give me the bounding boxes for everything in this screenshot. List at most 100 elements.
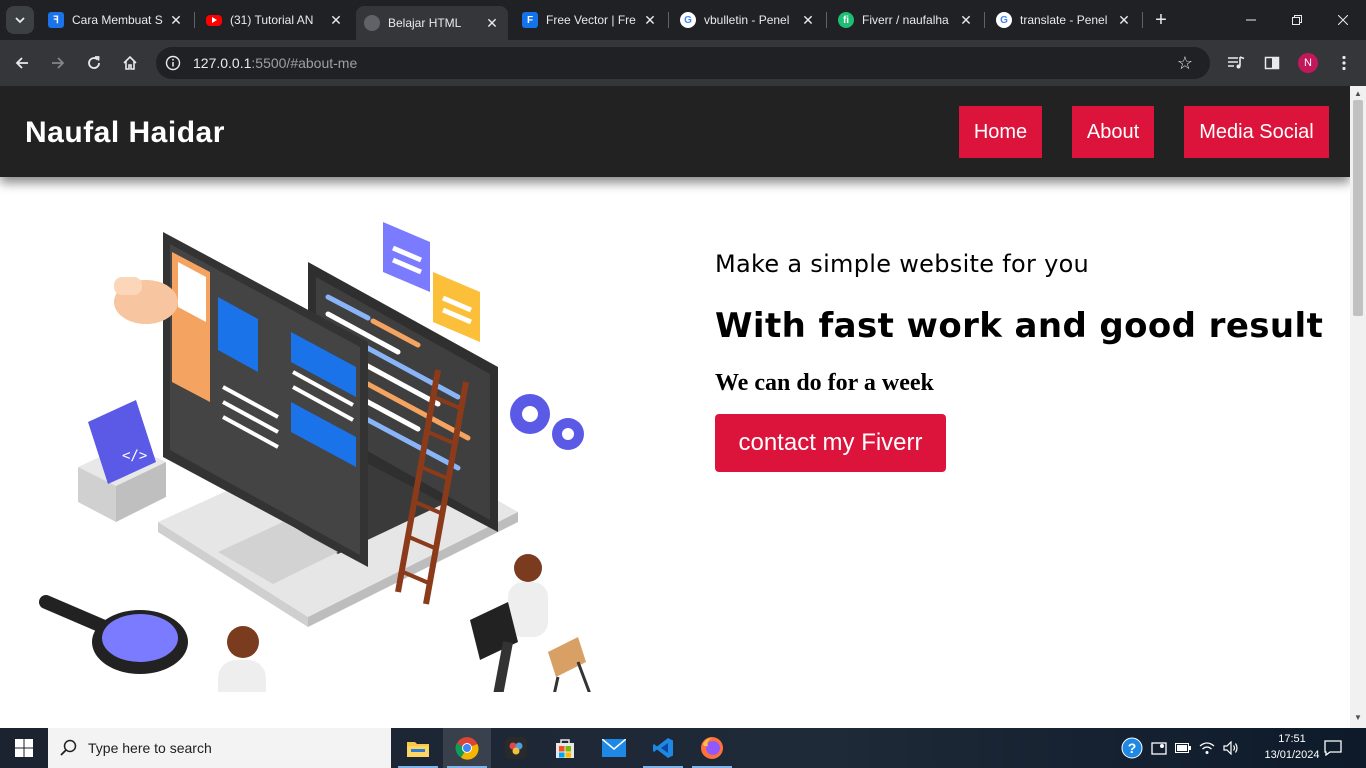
forward-button[interactable] [44,49,72,77]
info-icon[interactable] [164,54,182,72]
tab-title: Belajar HTML [388,16,462,30]
hero-headline: With fast work and good result [715,306,1324,346]
search-icon [60,739,77,756]
browser-tab-strip: ꟻ Cara Membuat S ✕ (31) Tutorial AN ✕ Be… [0,0,1366,40]
globe-icon [364,15,380,31]
tab-divider [194,12,195,28]
close-icon[interactable]: ✕ [642,12,658,28]
close-icon[interactable]: ✕ [1116,12,1132,28]
home-button[interactable] [116,49,144,77]
browser-tab[interactable]: (31) Tutorial AN ✕ [198,6,352,34]
minimize-icon [1246,19,1256,21]
chevron-down-icon [15,17,25,24]
site-brand[interactable]: Naufal Haidar [25,116,225,150]
mail-icon[interactable] [590,728,638,768]
wifi-icon[interactable] [1196,728,1218,768]
browser-tab[interactable]: G vbulletin - Penel ✕ [672,6,824,34]
close-icon[interactable]: ✕ [484,15,500,31]
browser-tab[interactable]: ꟻ Cara Membuat S ✕ [40,6,192,34]
page-scrollbar[interactable]: ▲ ▼ [1350,86,1366,728]
tab-divider [668,12,669,28]
home-icon [123,55,137,70]
code-symbol-icon: </> [122,448,147,464]
yellow-doc [433,272,480,342]
clock-date: 13/01/2024 [1264,749,1320,761]
volume-icon[interactable] [1220,728,1242,768]
url-text: 127.0.0.1:5500/#about-me [193,55,357,71]
scroll-down-arrow-icon[interactable]: ▼ [1354,714,1362,722]
bookmark-star-icon[interactable]: ☆ [1174,52,1196,74]
arrow-left-icon [15,57,28,69]
chrome-icon[interactable] [443,728,491,768]
davinci-resolve-icon[interactable] [492,728,540,768]
battery-icon[interactable] [1172,728,1194,768]
media-control-icon[interactable] [1224,51,1248,75]
new-tab-button[interactable]: + [1150,8,1172,32]
start-button[interactable] [0,728,48,768]
tab-title: translate - Penel [1020,13,1108,27]
tab-divider [1142,12,1143,28]
reload-button[interactable] [80,49,108,77]
arrow-right-icon [52,57,65,69]
close-icon[interactable]: ✕ [958,12,974,28]
help-icon[interactable]: ? [1120,728,1144,768]
tab-title: vbulletin - Penel [704,13,790,27]
close-icon[interactable]: ✕ [328,12,344,28]
scrollbar-thumb[interactable] [1353,100,1363,316]
close-window-button[interactable] [1320,0,1366,40]
close-icon[interactable]: ✕ [168,12,184,28]
google-icon: G [680,12,696,28]
file-explorer-icon[interactable] [394,728,442,768]
site-header: Naufal Haidar Home About Media Social [0,86,1350,177]
notification-center-icon[interactable] [1322,728,1344,768]
firefox-icon[interactable] [688,728,736,768]
tab-search-button[interactable] [6,6,34,34]
minimize-button[interactable] [1228,0,1274,40]
browser-tab[interactable]: fi Fiverr / naufalha ✕ [830,6,982,34]
taskbar-search[interactable]: Type here to search [48,728,391,768]
tab-title: Free Vector | Fre [546,13,636,27]
freepik-icon: F [522,12,538,28]
search-placeholder: Type here to search [88,740,212,756]
scroll-up-arrow-icon[interactable]: ▲ [1354,90,1362,98]
person-shirt [218,660,266,692]
purple-doc [383,222,430,292]
url-path: :5500/#about-me [251,55,358,71]
hero-illustration: </> </> [39,222,591,692]
close-icon[interactable]: ✕ [800,12,816,28]
restore-icon [1292,15,1302,25]
close-icon [1338,15,1348,25]
windows-logo-icon [15,739,33,757]
url-host: 127.0.0.1 [193,55,252,71]
nav-about-link[interactable]: About [1072,106,1154,158]
contact-fiverr-button[interactable]: contact my Fiverr [715,414,946,472]
blog-icon: ꟻ [48,12,64,28]
svg-text:?: ? [1128,740,1137,756]
page-viewport: Naufal Haidar Home About Media Social </… [0,86,1350,728]
screen-capture-icon[interactable] [1148,728,1170,768]
address-bar[interactable]: 127.0.0.1:5500/#about-me ☆ [156,47,1210,79]
browser-tab-active[interactable]: Belajar HTML ✕ [356,6,508,40]
taskbar-clock[interactable]: 17:51 13/01/2024 [1262,731,1322,763]
tab-divider [826,12,827,28]
tab-title: Fiverr / naufalha [862,13,949,27]
nav-media-social-link[interactable]: Media Social [1184,106,1329,158]
browser-toolbar: 127.0.0.1:5500/#about-me ☆ N [0,40,1366,86]
kebab-menu-icon[interactable] [1332,51,1356,75]
person-head [514,554,542,582]
profile-avatar[interactable]: N [1298,53,1318,73]
microsoft-store-icon[interactable] [541,728,589,768]
cuff [114,277,142,295]
restore-button[interactable] [1274,0,1320,40]
nav-home-link[interactable]: Home [959,106,1042,158]
reload-icon [88,56,100,69]
back-button[interactable] [8,49,36,77]
clock-time: 17:51 [1278,733,1306,745]
youtube-icon [206,14,222,26]
vscode-icon[interactable] [639,728,687,768]
browser-tab[interactable]: F Free Vector | Fre ✕ [514,6,666,34]
side-panel-icon[interactable] [1260,51,1284,75]
windows-taskbar: Type here to search ? 17:51 13/01/2024 [0,728,1366,768]
browser-tab[interactable]: G translate - Penel ✕ [988,6,1140,34]
tab-divider [984,12,985,28]
